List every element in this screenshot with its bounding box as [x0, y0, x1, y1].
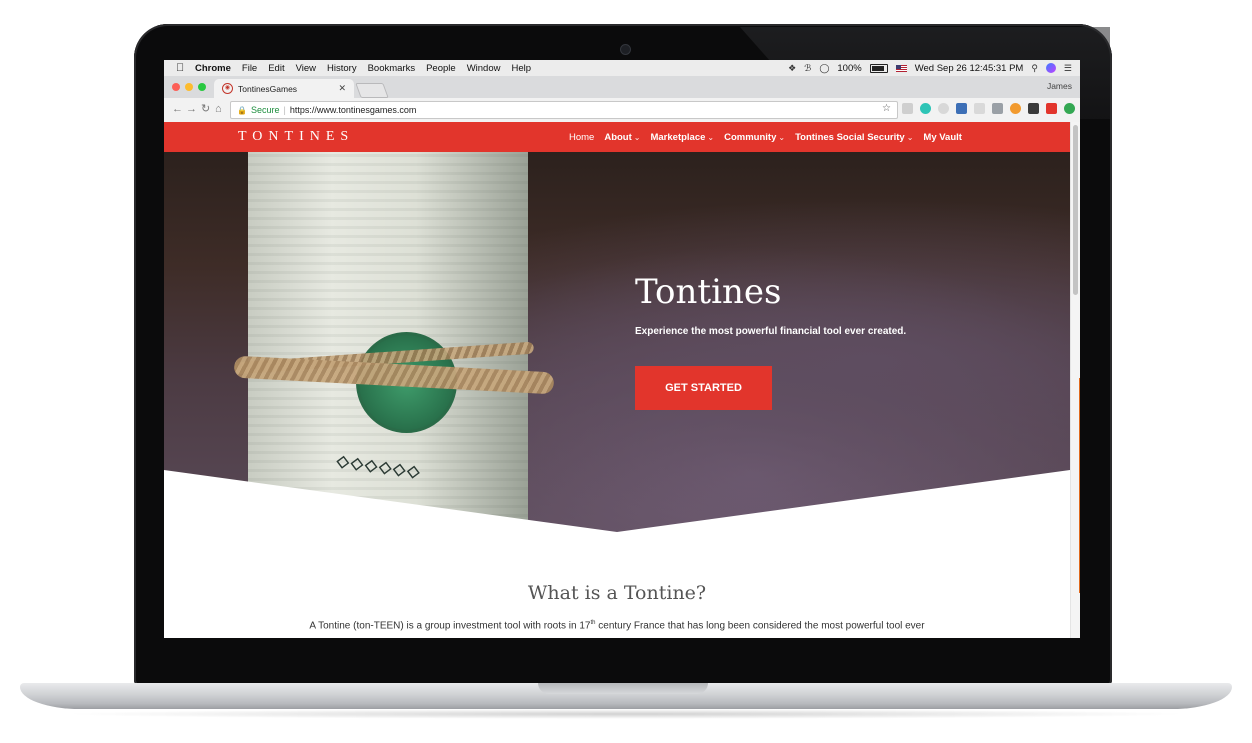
menu-help[interactable]: Help	[511, 63, 531, 74]
laptop-base-notch	[538, 683, 708, 694]
apple-icon[interactable]: 	[176, 62, 185, 74]
extension-2-icon[interactable]	[920, 103, 931, 114]
window-close-icon[interactable]	[172, 83, 180, 91]
menubar-clock[interactable]: Wed Sep 26 12:45:31 PM	[915, 63, 1024, 74]
laptop-screen:  Chrome File Edit View History Bookmark…	[164, 60, 1080, 638]
section-body: A Tontine (ton-TEEN) is a group investme…	[164, 620, 1070, 631]
forward-arrow-icon[interactable]: →	[186, 103, 197, 116]
secure-label: Secure	[250, 105, 280, 115]
nav-social-security[interactable]: Tontines Social Security ⌄	[795, 132, 913, 143]
nav-about-label: About	[604, 131, 632, 143]
siri-icon[interactable]	[1045, 63, 1056, 73]
nav-marketplace-label: Marketplace	[650, 131, 706, 143]
menu-edit[interactable]: Edit	[268, 63, 284, 74]
input-source-flag-icon[interactable]	[895, 64, 907, 72]
scrollbar-thumb[interactable]	[1073, 125, 1078, 295]
nav-about[interactable]: About ⌄	[604, 132, 640, 143]
site-logo[interactable]: TONTINES	[238, 129, 354, 145]
site-header: TONTINES Home About ⌄ Marketplace ⌄ Commun…	[164, 122, 1070, 152]
menu-view[interactable]: View	[296, 63, 316, 74]
browser-tab-strip: ◉ TontinesGames ✕ James	[164, 76, 1080, 98]
browser-profile-name[interactable]: James	[1047, 81, 1072, 91]
address-bar[interactable]: 🔒 Secure | https://www.tontinesgames.com…	[230, 101, 898, 119]
chevron-down-icon: ⌄	[707, 132, 715, 142]
main-nav: Home About ⌄ Marketplace ⌄ Community ⌄ Tont…	[569, 122, 962, 152]
bookmark-star-icon[interactable]: ☆	[882, 103, 891, 114]
url-text[interactable]: https://www.tontinesgames.com	[290, 105, 417, 115]
menubar-status-area: ❖ ℬ ◯ 100% Wed Sep 26 12:45:31 PM ⚲ ☰	[788, 60, 1072, 76]
get-started-button[interactable]: GET STARTED	[635, 366, 772, 410]
camera-icon	[620, 44, 631, 55]
nav-community[interactable]: Community ⌄	[724, 132, 785, 143]
nav-my-vault[interactable]: My Vault	[923, 132, 962, 143]
section-title: What is a Tontine?	[527, 582, 707, 604]
browser-tab[interactable]: ◉ TontinesGames ✕	[214, 79, 354, 98]
section-body-text-end: century France that has long been consid…	[595, 620, 925, 632]
extension-8-icon[interactable]	[1028, 103, 1039, 114]
menu-people[interactable]: People	[426, 63, 456, 74]
nav-home[interactable]: Home	[569, 132, 594, 143]
laptop-shadow	[60, 709, 1192, 719]
chevron-down-icon: ⌄	[778, 132, 786, 142]
wifi-icon[interactable]: ◯	[819, 63, 829, 74]
section-body-text-start: A Tontine (ton-TEEN) is a group investme…	[309, 620, 591, 632]
side-accent-strip	[1079, 378, 1080, 593]
reload-icon[interactable]: ↻	[201, 103, 210, 116]
browser-toolbar: ← → ↻ ⌂ 🔒 Secure | https://www.tontinesg…	[164, 98, 1080, 123]
extension-4-icon[interactable]	[956, 103, 967, 114]
extension-10-icon[interactable]	[1064, 103, 1075, 114]
nav-marketplace[interactable]: Marketplace ⌄	[650, 132, 714, 143]
menubar-app-name[interactable]: Chrome	[195, 63, 231, 74]
money-roll-image: ◇◇◇◇◇◇	[248, 152, 528, 532]
menu-window[interactable]: Window	[467, 63, 501, 74]
hero-banner: ◇◇◇◇◇◇ Tontines Experience the most powe…	[164, 152, 1070, 532]
new-tab-button[interactable]	[355, 83, 389, 98]
hero-subtitle: Experience the most powerful financial t…	[635, 326, 907, 337]
chevron-down-icon: ⌄	[906, 132, 914, 142]
extension-9-icon[interactable]	[1046, 103, 1057, 114]
bluetooth-icon[interactable]: ℬ	[804, 63, 811, 74]
hero-title: Tontines	[635, 272, 782, 312]
tab-title: TontinesGames	[238, 83, 298, 94]
lock-icon[interactable]: 🔒	[237, 106, 247, 115]
nav-community-label: Community	[724, 131, 777, 143]
extension-3-icon[interactable]	[938, 103, 949, 114]
back-arrow-icon[interactable]: ←	[172, 103, 183, 116]
url-separator: |	[283, 105, 286, 115]
chevron-down-icon: ⌄	[633, 132, 641, 142]
extensions-row	[902, 103, 1075, 114]
menu-file[interactable]: File	[242, 63, 257, 74]
extension-6-icon[interactable]	[992, 103, 1003, 114]
battery-icon[interactable]	[869, 63, 888, 73]
home-icon[interactable]: ⌂	[215, 103, 222, 116]
menu-bookmarks[interactable]: Bookmarks	[368, 63, 416, 74]
site-favicon-icon: ◉	[222, 83, 233, 94]
window-zoom-icon[interactable]	[198, 83, 206, 91]
mac-menubar:  Chrome File Edit View History Bookmark…	[164, 60, 1080, 76]
tab-close-icon[interactable]: ✕	[338, 83, 346, 94]
extension-7-icon[interactable]	[1010, 103, 1021, 114]
spotlight-search-icon[interactable]: ⚲	[1031, 63, 1038, 74]
menu-history[interactable]: History	[327, 63, 357, 74]
battery-percent: 100%	[837, 62, 862, 74]
notification-center-icon[interactable]: ☰	[1064, 63, 1072, 74]
nav-social-security-label: Tontines Social Security	[795, 131, 905, 143]
dropbox-icon[interactable]: ❖	[788, 63, 796, 74]
window-minimize-icon[interactable]	[185, 83, 193, 91]
extension-5-icon[interactable]	[974, 103, 985, 114]
extension-1-icon[interactable]	[902, 103, 913, 114]
